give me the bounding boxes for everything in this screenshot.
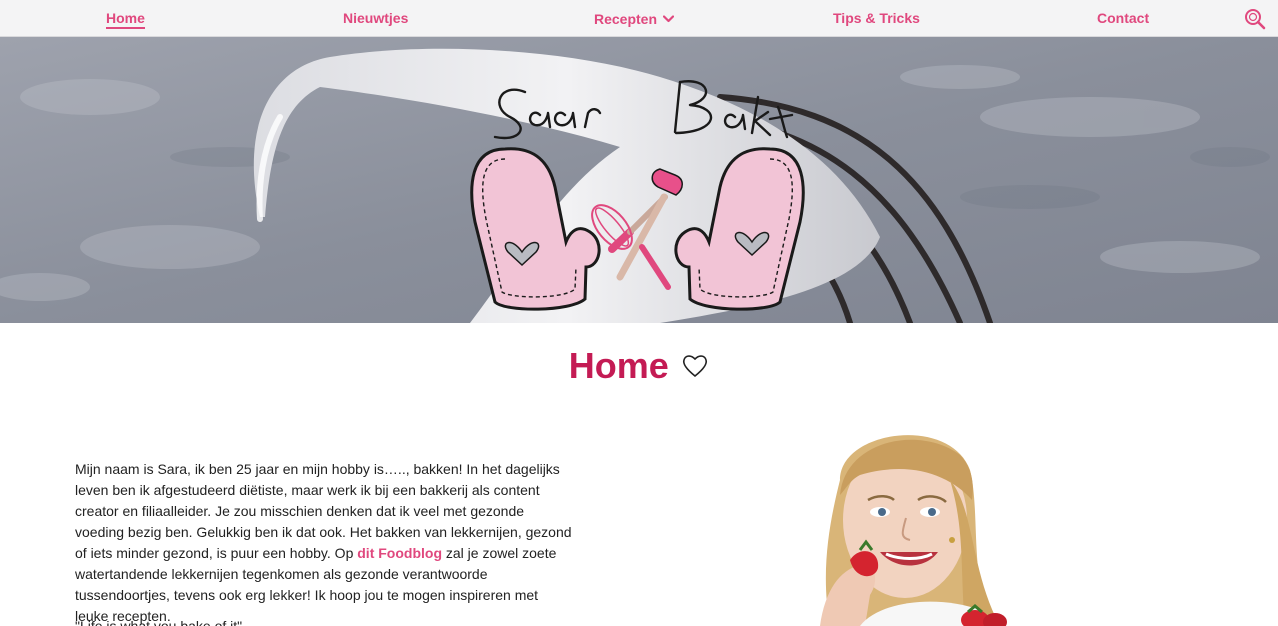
foodblog-link[interactable]: dit Foodblog [357,545,442,561]
author-portrait [800,420,1060,626]
page-title: Home [568,345,669,386]
hero-banner [0,37,1278,323]
hero-image [0,37,1278,323]
nav-item-tips-tricks[interactable]: Tips & Tricks [833,10,920,26]
nav-item-contact[interactable]: Contact [1097,10,1149,26]
search-icon[interactable] [1243,7,1267,31]
chevron-down-icon [662,10,675,26]
page-title-wrapper: Home [0,345,1278,387]
heart-outline-icon [681,353,709,384]
main-navigation: Home Nieuwtjes Recepten Tips & Tricks Co… [0,0,1278,37]
intro-paragraph: Mijn naam is Sara, ik ben 25 jaar en mij… [75,459,575,626]
nav-item-recepten-label: Recepten [594,11,658,27]
nav-item-home[interactable]: Home [106,10,145,29]
nav-item-recepten[interactable]: Recepten [594,10,675,27]
nav-item-nieuwtjes[interactable]: Nieuwtjes [343,10,408,26]
intro-quote: "Life is what you bake of it" [75,618,243,626]
